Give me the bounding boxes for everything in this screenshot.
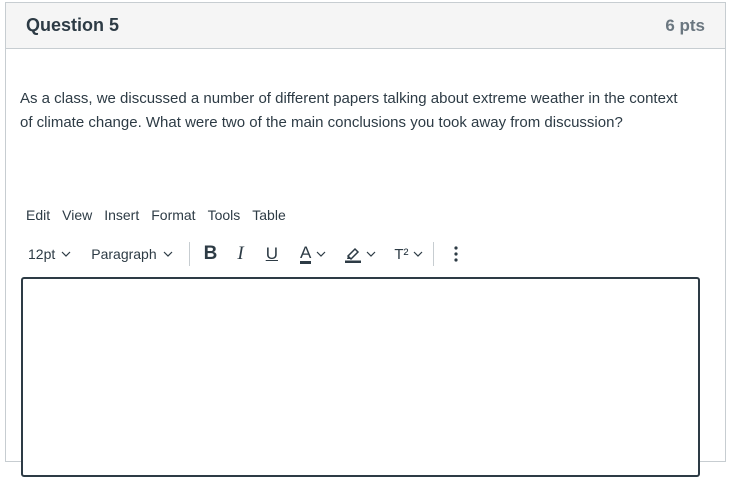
italic-button[interactable]: I bbox=[231, 240, 249, 268]
superscript-button[interactable]: T² bbox=[388, 240, 428, 268]
question-text: As a class, we discussed a number of dif… bbox=[20, 90, 678, 131]
menu-tools[interactable]: Tools bbox=[202, 205, 247, 225]
text-color-icon: A bbox=[299, 243, 312, 264]
text-color-button[interactable]: A bbox=[294, 240, 332, 268]
menu-format[interactable]: Format bbox=[145, 205, 201, 225]
underline-button[interactable]: U bbox=[260, 240, 284, 268]
italic-icon: I bbox=[237, 243, 244, 264]
highlighter-icon bbox=[345, 247, 362, 263]
more-options-button[interactable] bbox=[448, 240, 464, 268]
bold-icon: B bbox=[203, 243, 218, 264]
question-title: Question 5 bbox=[26, 15, 120, 35]
menu-edit[interactable]: Edit bbox=[20, 205, 56, 225]
chevron-down-icon bbox=[413, 251, 422, 257]
chevron-down-icon bbox=[163, 251, 173, 257]
block-format-dropdown[interactable]: Paragraph bbox=[83, 240, 180, 268]
menu-view[interactable]: View bbox=[56, 205, 98, 225]
more-vertical-icon bbox=[453, 246, 458, 262]
answer-editor[interactable] bbox=[21, 277, 700, 477]
question-points: 6 pts bbox=[665, 15, 705, 35]
block-format-value: Paragraph bbox=[91, 246, 157, 262]
superscript-icon: T² bbox=[394, 245, 409, 263]
editor-toolbar: 12pt Paragraph B I U A T² bbox=[20, 238, 464, 270]
chevron-down-icon bbox=[366, 251, 376, 257]
menu-table[interactable]: Table bbox=[246, 205, 291, 225]
font-size-dropdown[interactable]: 12pt bbox=[20, 240, 79, 268]
toolbar-divider bbox=[188, 242, 190, 266]
menu-insert[interactable]: Insert bbox=[98, 205, 145, 225]
toolbar-divider bbox=[432, 242, 434, 266]
chevron-down-icon bbox=[316, 251, 326, 257]
highlight-color-button[interactable] bbox=[338, 240, 382, 268]
font-size-value: 12pt bbox=[28, 246, 56, 262]
chevron-down-icon bbox=[61, 251, 71, 257]
question-header: Question 5 6 pts bbox=[6, 3, 725, 49]
editor-menubar: Edit View Insert Format Tools Table bbox=[20, 205, 292, 225]
underline-icon: U bbox=[265, 244, 278, 263]
bold-button[interactable]: B bbox=[198, 240, 224, 268]
